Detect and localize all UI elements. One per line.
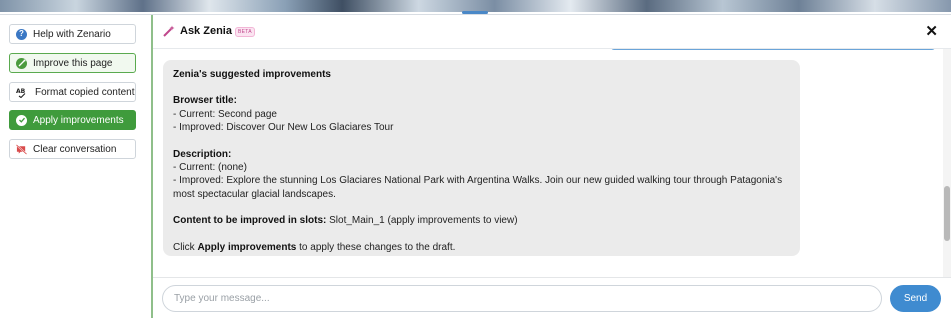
message-list[interactable]: Zenia's suggested improvements Browser t… (153, 49, 951, 277)
improve-label: Improve this page (33, 57, 113, 69)
close-icon[interactable]: ✕ (925, 22, 938, 40)
composer: Send (153, 277, 951, 319)
slots-label: Content to be improved in slots: (173, 215, 327, 227)
message-input[interactable] (162, 285, 882, 312)
chat-header: Ask Zenia BETA ✕ (153, 15, 951, 49)
apply-label: Apply improvements (33, 114, 124, 126)
browser-title-current: - Current: Second page (173, 108, 277, 120)
improve-this-page-button[interactable]: Improve this page (9, 53, 136, 73)
description-improved-line1: - Improved: Explore the stunning Los Gla… (173, 175, 783, 187)
browser-title-improved: - Improved: Discover Our New Los Glaciar… (173, 122, 394, 134)
assistant-message: Zenia's suggested improvements Browser t… (163, 60, 800, 256)
description-label: Description: (173, 148, 232, 160)
scrollbar-thumb[interactable] (944, 186, 950, 241)
format-copied-content-button[interactable]: AB Format copied content (9, 82, 136, 102)
browser-title-label: Browser title: (173, 95, 237, 107)
chat-title: Ask Zenia (180, 25, 232, 37)
check-icon (16, 114, 27, 126)
clear-label: Clear conversation (33, 143, 117, 155)
previous-user-message (611, 49, 935, 50)
help-label: Help with Zenario (33, 28, 111, 40)
scrollbar[interactable] (943, 49, 951, 277)
chat-panel: Ask Zenia BETA ✕ Zenia's suggested impro… (153, 15, 951, 318)
slots-value: Slot_Main_1 (apply improvements to view) (326, 215, 518, 227)
message-heading: Zenia's suggested improvements (173, 69, 331, 80)
format-label: Format copied content (35, 86, 135, 98)
send-button[interactable]: Send (890, 285, 941, 312)
magic-wand-icon (163, 25, 175, 40)
description-current: - Current: (none) (173, 162, 247, 174)
description-improved-line2: most spectacular glacial landscapes. (173, 188, 336, 200)
wand-icon (16, 57, 27, 69)
question-icon: ? (16, 28, 27, 40)
instruction-prefix: Click (173, 241, 198, 253)
instruction-action: Apply improvements (197, 241, 297, 253)
clear-conversation-button[interactable]: Clear conversation (9, 139, 136, 159)
help-with-zenario-button[interactable]: ? Help with Zenario (9, 24, 136, 44)
beta-badge: BETA (235, 27, 255, 37)
apply-improvements-button[interactable]: Apply improvements (9, 110, 136, 130)
spellcheck-icon: AB (16, 87, 29, 98)
clear-icon (16, 143, 27, 155)
sidebar: ? Help with Zenario Improve this page AB… (0, 15, 153, 318)
instruction-suffix: to apply these changes to the draft. (296, 241, 456, 253)
